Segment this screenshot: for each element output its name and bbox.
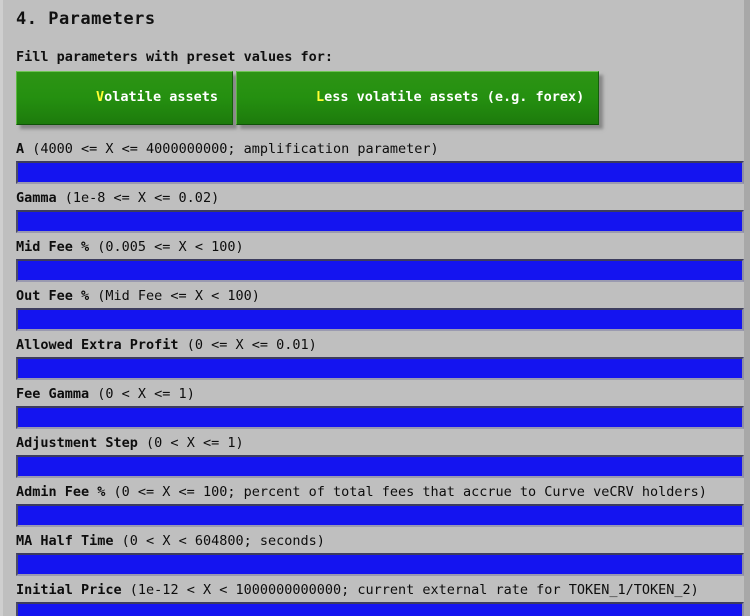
param-name-fee-gamma: Fee Gamma [16,386,90,402]
param-range-ma-half-time: (0 < X < 604800; seconds) [113,533,325,549]
param-input-fee-gamma[interactable] [16,406,744,429]
param-group-adjustment-step: Adjustment Step (0 < X <= 1) [13,429,744,478]
param-input-ma-half-time[interactable] [16,553,744,576]
preset-less-volatile-accesskey: L [316,89,325,105]
page-title: 4. Parameters [16,9,156,29]
param-label-initial-price: Initial Price (1e-12 < X < 1000000000000… [13,576,740,602]
param-name-initial-price: Initial Price [16,582,122,598]
param-range-admin-fee: (0 <= X <= 100; percent of total fees th… [105,484,707,500]
param-label-gamma: Gamma (1e-8 <= X <= 0.02) [13,184,740,210]
param-group-fee-gamma: Fee Gamma (0 < X <= 1) [13,380,744,429]
param-name-mid-fee: Mid Fee % [16,239,90,255]
param-name-gamma: Gamma [16,190,57,206]
param-input-admin-fee[interactable] [16,504,744,527]
param-label-adjustment-step: Adjustment Step (0 < X <= 1) [13,429,740,455]
page-root: 4. Parameters Fill parameters with prese… [0,0,750,616]
param-range-a: (4000 <= X <= 4000000000; amplification … [24,141,439,157]
param-range-out-fee: (Mid Fee <= X < 100) [89,288,260,304]
preset-button-group: Volatile assets Less volatile assets (e.… [13,65,740,125]
param-input-mid-fee[interactable] [16,259,744,282]
param-input-gamma[interactable] [16,210,744,233]
param-group-ma-half-time: MA Half Time (0 < X < 604800; seconds) [13,527,744,576]
parameters-form: 4. Parameters Fill parameters with prese… [3,0,744,616]
param-input-out-fee[interactable] [16,308,744,331]
param-group-initial-price: Initial Price (1e-12 < X < 1000000000000… [13,576,744,616]
preset-volatile-accesskey: V [96,89,105,105]
param-label-ma-half-time: MA Half Time (0 < X < 604800; seconds) [13,527,740,553]
param-input-allowed-extra-profit[interactable] [16,357,744,380]
param-label-out-fee: Out Fee % (Mid Fee <= X < 100) [13,282,740,308]
param-group-mid-fee: Mid Fee % (0.005 <= X < 100) [13,233,744,282]
param-label-a: A (4000 <= X <= 4000000000; amplificatio… [13,135,740,161]
param-range-fee-gamma: (0 < X <= 1) [89,386,195,402]
param-name-adjustment-step: Adjustment Step [16,435,138,451]
param-input-adjustment-step[interactable] [16,455,744,478]
param-range-initial-price: (1e-12 < X < 1000000000000; current exte… [121,582,699,598]
param-name-out-fee: Out Fee % [16,288,90,304]
preset-volatile-assets-button[interactable]: Volatile assets [16,71,233,125]
param-label-allowed-extra-profit: Allowed Extra Profit (0 <= X <= 0.01) [13,331,740,357]
param-name-a: A [16,141,25,157]
param-label-admin-fee: Admin Fee % (0 <= X <= 100; percent of t… [13,478,740,504]
param-label-fee-gamma: Fee Gamma (0 < X <= 1) [13,380,740,406]
param-input-initial-price[interactable] [16,602,744,616]
param-range-allowed-extra-profit: (0 <= X <= 0.01) [178,337,317,353]
param-input-a[interactable] [16,161,744,184]
param-label-mid-fee: Mid Fee % (0.005 <= X < 100) [13,233,740,259]
param-group-a: A (4000 <= X <= 4000000000; amplificatio… [13,125,744,184]
param-name-admin-fee: Admin Fee % [16,484,106,500]
param-range-mid-fee: (0.005 <= X < 100) [89,239,244,255]
param-range-adjustment-step: (0 < X <= 1) [137,435,244,451]
param-group-out-fee: Out Fee % (Mid Fee <= X < 100) [13,282,744,331]
param-group-allowed-extra-profit: Allowed Extra Profit (0 <= X <= 0.01) [13,331,744,380]
preset-less-volatile-label: ess volatile assets (e.g. forex) [324,89,585,105]
preset-prompt-label: Fill parameters with preset values for: [16,49,333,65]
preset-less-volatile-assets-button[interactable]: Less volatile assets (e.g. forex) [235,71,600,125]
param-group-gamma: Gamma (1e-8 <= X <= 0.02) [13,184,744,233]
param-name-allowed-extra-profit: Allowed Extra Profit [16,337,179,353]
param-group-admin-fee: Admin Fee % (0 <= X <= 100; percent of t… [13,478,744,527]
param-range-gamma: (1e-8 <= X <= 0.02) [56,190,220,206]
preset-volatile-label: olatile assets [104,89,218,105]
param-name-ma-half-time: MA Half Time [16,533,114,549]
